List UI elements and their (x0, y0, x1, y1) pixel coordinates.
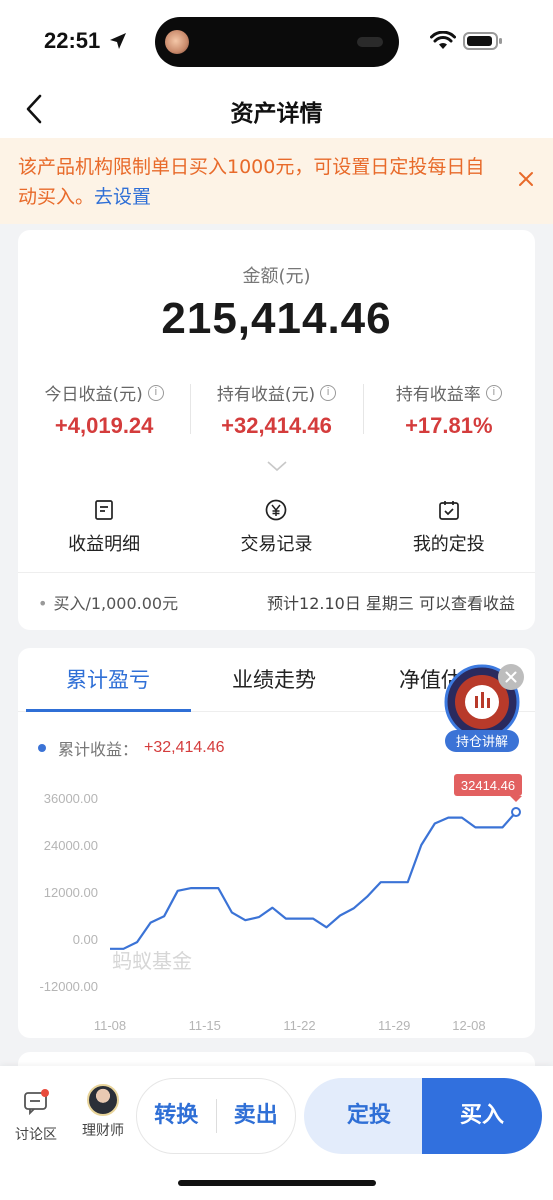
pending-buy-amount: • 买入/1,000.00元 (38, 594, 179, 613)
x-tick-label: 11-22 (283, 1018, 315, 1033)
activity-avatar-icon (165, 30, 189, 54)
metric-label-text: 今日收益(元) (44, 385, 143, 405)
close-icon[interactable] (515, 168, 537, 190)
action-trade-records[interactable]: 交易记录 (190, 498, 362, 556)
sell-button[interactable]: 卖出 (217, 1079, 296, 1153)
asset-summary-card: 金额(元) 215,414.46 今日收益(元) i +4,019.24 持有收… (18, 230, 535, 630)
status-time: 22:51 (44, 28, 101, 53)
page-title: 资产详情 (230, 101, 323, 127)
metric-label: 持有收益率 i (396, 380, 502, 405)
notice-settings-link[interactable]: 去设置 (94, 186, 151, 208)
chart-legend: 累计收益： +32,414.46 (38, 736, 225, 760)
metric-value: +4,019.24 (54, 413, 154, 438)
advisor-label: 理财师 (82, 1123, 124, 1139)
chat-icon (24, 1089, 49, 1116)
info-icon[interactable]: i (320, 384, 337, 401)
info-icon[interactable]: i (147, 384, 164, 401)
yen-icon (266, 499, 287, 521)
notice-banner: 该产品机构限制单日买入1000元，可设置日定投每日自动买入。去设置 (0, 138, 553, 224)
buy-button[interactable]: 买入 (422, 1078, 542, 1154)
y-tick-label: 36000.00 (44, 791, 98, 806)
x-tick-label: 11-29 (378, 1018, 410, 1033)
pending-buy-eta: 预计12.10日 星期三 可以查看收益 (267, 594, 515, 613)
metric-value: +17.81% (405, 413, 493, 438)
metric-label-text: 持有收益率 (395, 385, 481, 405)
divider (18, 572, 535, 573)
discussion-button[interactable]: 讨论区 (10, 1088, 62, 1144)
x-tick-label: 11-08 (94, 1018, 126, 1033)
advisor-avatar (87, 1084, 119, 1116)
location-arrow-icon (110, 33, 126, 49)
notice-message: 该产品机构限制单日买入1000元，可设置日定投每日自动买入。 (18, 156, 485, 208)
y-tick-label: 0.00 (73, 932, 98, 947)
status-bar: 22:51 (0, 0, 553, 82)
document-icon (95, 500, 114, 520)
legend-dot (38, 744, 46, 752)
tooltip-value: 32414.46 (461, 778, 515, 793)
action-label: 交易记录 (240, 534, 313, 555)
discussion-label: 讨论区 (15, 1127, 57, 1143)
legend-value: +32,414.46 (144, 739, 225, 756)
notice-text-wrap: 该产品机构限制单日买入1000元，可设置日定投每日自动买入。去设置 (18, 152, 488, 212)
pending-buy-text: 买入/1,000.00元 (53, 594, 179, 613)
active-tab-indicator (26, 709, 191, 712)
y-tick-label: 24000.00 (44, 838, 98, 853)
metric-label-text: 持有收益(元) (216, 385, 316, 405)
metric-today-income: 今日收益(元) i +4,019.24 (18, 380, 190, 440)
amount-value: 215,414.46 (161, 294, 392, 343)
info-icon[interactable]: i (485, 384, 502, 401)
chart-watermark: 蚂蚁基金 (112, 949, 192, 973)
fixed-invest-button[interactable]: 定投 (304, 1078, 434, 1154)
convert-button[interactable]: 转换 (137, 1079, 216, 1153)
action-row: 收益明细 交易记录 我的定投 (18, 498, 535, 556)
home-indicator (178, 1180, 376, 1186)
close-icon[interactable] (498, 664, 524, 690)
x-tick-label: 12-08 (452, 1018, 485, 1033)
convert-sell-group: 转换 卖出 (136, 1078, 296, 1154)
metric-holding-income: 持有收益(元) i +32,414.46 (190, 380, 362, 440)
action-income-detail[interactable]: 收益明细 (18, 498, 190, 556)
advisor-button[interactable]: 理财师 (78, 1084, 128, 1140)
y-tick-label: -12000.00 (39, 979, 98, 994)
metric-holding-rate: 持有收益率 i +17.81% (362, 380, 535, 440)
metrics-row: 今日收益(元) i +4,019.24 持有收益(元) i +32,414.46… (18, 380, 535, 440)
x-tick-label: 11-15 (189, 1018, 221, 1033)
action-label: 收益明细 (68, 534, 141, 555)
series-line-cumulative (110, 811, 517, 950)
battery-icon (463, 32, 502, 50)
metric-label: 今日收益(元) i (45, 380, 164, 405)
metric-label: 持有收益(元) i (216, 380, 337, 405)
action-my-plans[interactable]: 我的定投 (363, 498, 535, 556)
nav-bar: 资产详情 (0, 82, 553, 138)
y-tick-label: 12000.00 (44, 885, 98, 900)
wifi-icon (430, 31, 456, 49)
dynamic-island (155, 17, 399, 67)
amount-label: 金额(元) (242, 266, 311, 287)
metric-value: +32,414.46 (221, 413, 332, 438)
action-label: 我的定投 (412, 534, 485, 555)
widget-label: 持仓讲解 (456, 735, 508, 750)
legend-label: 累计收益： (58, 740, 139, 759)
tab-cumulative-pnl[interactable]: 累计盈亏 (66, 664, 150, 694)
last-point-marker (511, 807, 521, 818)
activity-indicator-icon (357, 37, 383, 47)
chevron-down-icon[interactable] (266, 460, 288, 472)
pending-buy-row[interactable]: • 买入/1,000.00元 预计12.10日 星期三 可以查看收益 (38, 590, 515, 614)
calendar-check-icon (438, 501, 459, 520)
tab-performance[interactable]: 业绩走势 (232, 664, 316, 694)
tooltip-pointer (510, 796, 522, 803)
cumulative-pnl-chart[interactable]: 36000.00 24000.00 12000.00 0.00 -12000.00 11… (18, 768, 535, 1033)
